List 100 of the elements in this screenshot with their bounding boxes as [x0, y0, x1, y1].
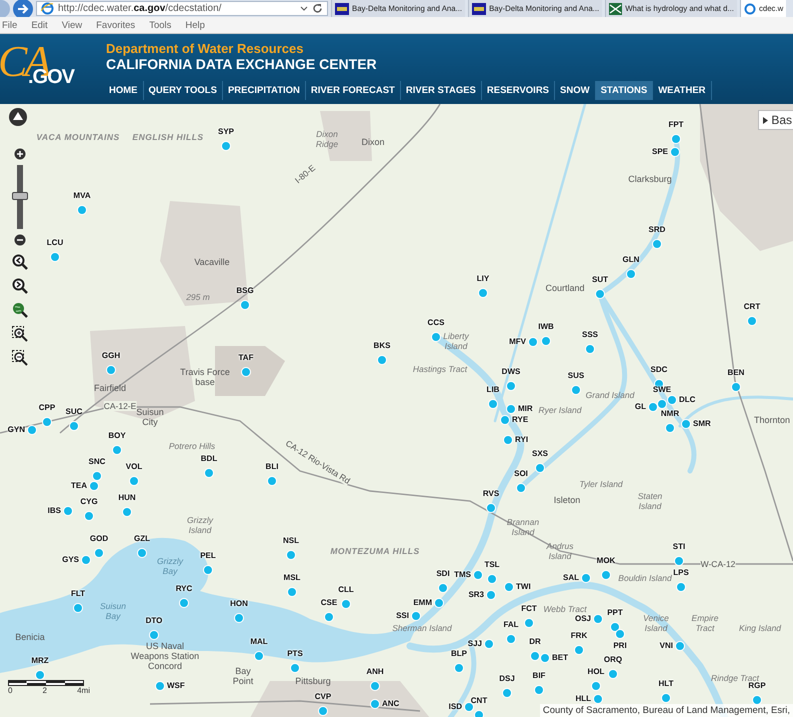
menu-item[interactable]: Favorites [96, 20, 136, 30]
station-label[interactable]: MFV [509, 337, 526, 346]
station-label[interactable]: MAL [250, 637, 268, 646]
station-label[interactable]: SOI [514, 469, 528, 478]
station-label[interactable]: SDI [436, 569, 450, 578]
station-label[interactable]: CPP [38, 403, 56, 412]
station-label[interactable]: MSL [284, 573, 300, 582]
basemap-button[interactable]: Bas [758, 110, 793, 130]
station-label[interactable]: SDC [650, 365, 668, 374]
station-label[interactable]: IBS [48, 506, 61, 515]
station-label[interactable]: FLT [70, 589, 86, 598]
zoom-in-icon[interactable] [14, 148, 26, 160]
refresh-icon[interactable] [312, 3, 323, 14]
station-label[interactable]: DR [529, 637, 541, 646]
station-label[interactable]: FAL [503, 620, 519, 629]
nav-tab[interactable]: PRECIPITATION [222, 81, 306, 100]
nav-tab[interactable]: QUERY TOOLS [144, 81, 223, 100]
station-label[interactable]: CNT [470, 696, 488, 705]
station-label[interactable]: TSL [484, 560, 500, 569]
station-label[interactable]: PPT [607, 608, 623, 617]
station-label[interactable]: PEL [200, 551, 216, 560]
station-label[interactable]: FPT [668, 120, 684, 129]
station-label[interactable]: ISD [448, 702, 462, 711]
station-label[interactable]: BLP [451, 649, 467, 658]
zoom-out-icon[interactable] [14, 234, 26, 246]
nav-tab[interactable]: RESERVOIRS [482, 81, 556, 100]
station-label[interactable]: EMM [413, 598, 432, 607]
station-label[interactable]: RGP [748, 681, 766, 690]
station-label[interactable]: VNI [660, 641, 673, 650]
station-label[interactable]: TMS [454, 570, 471, 579]
station-label[interactable]: HLT [658, 679, 674, 688]
station-label[interactable]: FCT [521, 604, 537, 613]
zoom-slider-thumb[interactable] [12, 192, 28, 200]
station-label[interactable]: MOK [596, 556, 616, 565]
menu-item[interactable]: Edit [31, 20, 48, 30]
station-label[interactable]: FRK [570, 631, 588, 640]
nav-tab[interactable]: RIVER STAGES [400, 81, 482, 100]
station-label[interactable]: TWI [516, 582, 531, 591]
station-label[interactable]: GLN [622, 255, 640, 264]
station-label[interactable]: SAL [563, 573, 579, 582]
station-label[interactable]: BKS [374, 341, 390, 350]
station-label[interactable]: DTO [146, 616, 162, 625]
station-label[interactable]: GL [634, 402, 646, 411]
station-label[interactable]: MVA [73, 191, 91, 200]
station-label[interactable]: LIY [476, 274, 490, 283]
station-label[interactable]: CLL [338, 585, 354, 594]
station-label[interactable]: GYS [62, 555, 79, 564]
station-label[interactable]: SJJ [468, 639, 482, 648]
station-label[interactable]: SSI [396, 611, 409, 620]
menu-item[interactable]: Help [185, 20, 205, 30]
globe-zoom-icon[interactable] [12, 302, 28, 318]
station-label[interactable]: CVP [314, 692, 332, 701]
nav-tab[interactable]: STATIONS [596, 81, 654, 100]
station-label[interactable]: SYP [218, 127, 234, 136]
station-label[interactable]: NSL [283, 536, 299, 545]
station-label[interactable]: HOL [588, 667, 604, 676]
station-label[interactable]: HLL [575, 694, 591, 703]
station-label[interactable]: SUS [568, 371, 584, 380]
station-label[interactable]: WSF [167, 681, 185, 690]
station-label[interactable]: RYE [512, 415, 528, 424]
station-label[interactable]: SPE [652, 147, 668, 156]
menu-item[interactable]: View [62, 20, 82, 30]
menu-item[interactable]: File [2, 20, 18, 30]
station-label[interactable]: LIB [486, 385, 500, 394]
station-label[interactable]: IWB [538, 322, 554, 331]
station-label[interactable]: PTS [287, 649, 303, 658]
station-label[interactable]: TEA [71, 481, 87, 490]
station-label[interactable]: OSJ [574, 614, 591, 623]
station-label[interactable]: SMR [693, 419, 711, 428]
station-label[interactable]: SUC [66, 407, 82, 416]
station-label[interactable]: SRD [648, 225, 666, 234]
station-label[interactable]: GOD [90, 534, 108, 543]
station-label[interactable]: HUN [118, 493, 136, 502]
station-label[interactable]: BLI [266, 462, 278, 471]
menu-item[interactable]: Tools [149, 20, 172, 30]
station-label[interactable]: RVS [482, 489, 500, 498]
zoom-box-in-icon[interactable] [12, 326, 28, 342]
dropdown-caret-icon[interactable] [300, 6, 308, 12]
station-label[interactable]: GZL [134, 534, 150, 543]
station-label[interactable]: ORQ [604, 655, 622, 664]
nav-tab[interactable]: RIVER FORECAST [306, 81, 401, 100]
station-label[interactable]: SWE [652, 385, 672, 394]
station-label[interactable]: STI [672, 542, 686, 551]
station-label[interactable]: BEN [728, 368, 744, 377]
station-label[interactable]: HON [230, 599, 248, 608]
station-label[interactable]: MIR [518, 404, 533, 413]
address-bar[interactable]: http://cdec.water.ca.gov/cdecstation/ [36, 1, 328, 16]
station-label[interactable]: GGH [102, 351, 120, 360]
station-label[interactable]: SXS [532, 449, 548, 458]
station-label[interactable]: BET [552, 653, 568, 662]
collapse-up-icon[interactable] [9, 108, 27, 126]
station-label[interactable]: SNC [88, 457, 106, 466]
nav-tab[interactable]: HOME [104, 81, 144, 100]
station-label[interactable]: SSS [582, 330, 598, 339]
station-label[interactable]: CSE [320, 598, 338, 607]
station-label[interactable]: ANH [366, 667, 384, 676]
station-label[interactable]: NMR [660, 409, 680, 418]
station-label[interactable]: RYI [515, 435, 528, 444]
zoom-back-icon[interactable] [12, 254, 28, 270]
station-label[interactable]: TAF [238, 353, 254, 362]
